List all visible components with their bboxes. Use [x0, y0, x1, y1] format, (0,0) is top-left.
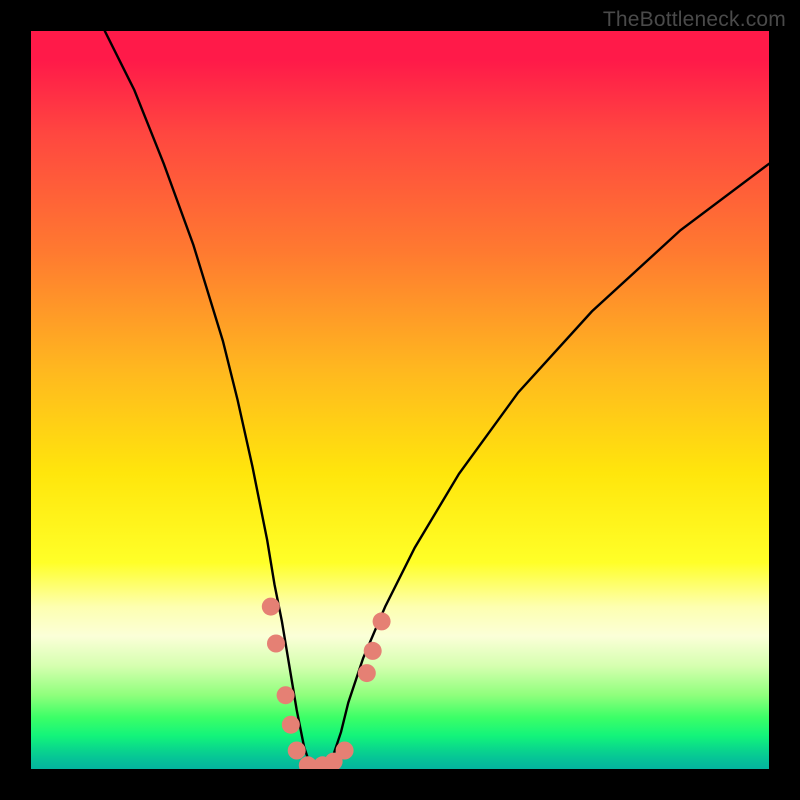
plot-area: [31, 31, 769, 769]
curve-marker: [267, 635, 285, 653]
curve-marker: [373, 612, 391, 630]
chart-frame: TheBottleneck.com: [0, 0, 800, 800]
bottleneck-curve: [105, 31, 769, 769]
curve-marker: [262, 598, 280, 616]
curve-marker: [277, 686, 295, 704]
curve-marker: [336, 742, 354, 760]
bottleneck-curve-svg: [31, 31, 769, 769]
curve-marker: [364, 642, 382, 660]
curve-marker: [358, 664, 376, 682]
curve-marker: [282, 716, 300, 734]
watermark-text: TheBottleneck.com: [603, 8, 786, 32]
curve-marker: [288, 742, 306, 760]
